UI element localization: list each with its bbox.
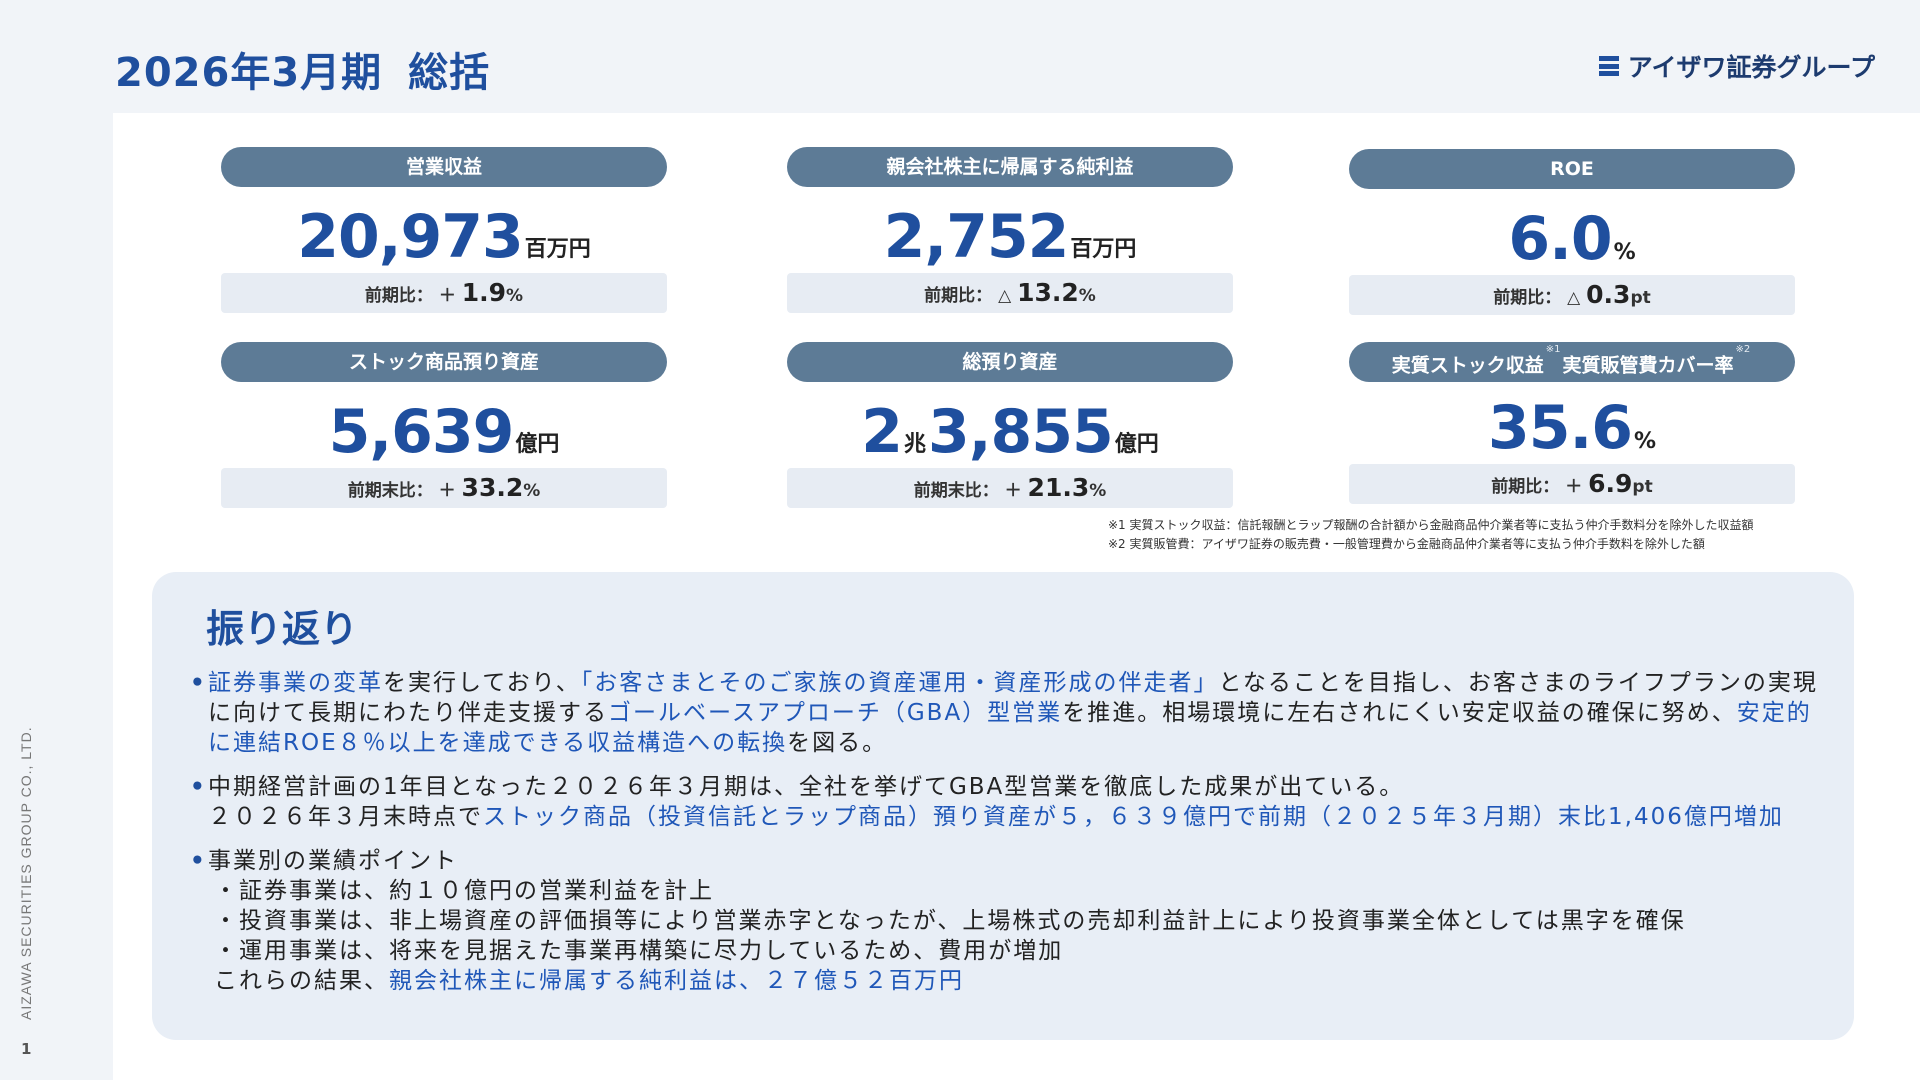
review-bullet-1: 証券事業の変革を実行しており、「お客さまとそのご家族の資産運用・資産形成の伴走者… [190,668,1830,758]
kpi-change: 前期末比： ＋ 33.2% [221,468,667,508]
kpi-value-row: 5,639 億円 [221,382,667,468]
kpi-label: 総預り資産 [787,342,1233,382]
kpi-unit: 百万円 [1070,237,1137,262]
change-value: 1.9 [461,278,507,307]
kpi-roe: ROE 6.0% 前期比： △ 0.3pt [1349,149,1795,315]
highlight-text: 「お客さまとそのご家族の資産運用・資産形成の伴走者」 [580,670,1219,696]
change-value: 33.2 [461,473,524,502]
change-label: 前期比： [1491,477,1560,497]
kpi-change: 前期末比： ＋ 21.3% [787,468,1233,508]
kpi-operating-revenue: 営業収益 20,973 百万円 前期比： ＋ 1.9% [221,147,667,313]
kpi-unit: 億円 [1114,432,1159,457]
kpi-value: 5,639 [328,397,515,467]
body-text: を実行しており、 [383,670,581,696]
highlight-text: 証券事業の変革 [208,670,383,696]
kpi-unit: 百万円 [524,237,591,262]
change-sign: ＋ [438,481,456,501]
review-bullet-3: 事業別の業績ポイント ・証券事業は、約１０億円の営業利益を計上 ・投資事業は、非… [190,846,1830,996]
kpi-label: 実質ストック収益※1実質販管費カバー率※2 [1349,342,1795,382]
review-panel: 振り返り 証券事業の変革を実行しており、「お客さまとそのご家族の資産運用・資産形… [152,572,1854,1040]
kpi-label: ROE [1349,149,1795,189]
sub-item: ・運用事業は、将来を見据えた事業再構築に尽力しているため、費用が増加 [214,938,1064,964]
kpi-net-income: 親会社株主に帰属する純利益 2,752 百万円 前期比： △ 13.2% [787,147,1233,313]
note-ref-2: ※2 [1735,344,1751,355]
sub-item: ・証券事業は、約１０億円の営業利益を計上 [214,878,714,904]
kpi-value-row: 2 兆 3,855 億円 [787,382,1233,468]
change-unit: % [1089,481,1107,501]
change-value: 0.3 [1586,280,1631,309]
kpi-label: 営業収益 [221,147,667,187]
change-label: 前期末比： [347,481,433,501]
change-label: 前期比： [1493,288,1562,308]
kpi-label: ストック商品預り資産 [221,342,667,382]
change-unit: % [1078,286,1096,306]
change-sign: △ [998,286,1012,306]
kpi-change: 前期比： △ 0.3pt [1349,275,1795,315]
footnotes: ※1 実質ストック収益：信託報酬とラップ報酬の合計額から金融商品仲介業者等に支払… [1108,516,1754,554]
kpi-value-row: 6.0% [1349,189,1795,275]
brand-name: アイザワ証券グループ [1627,53,1875,82]
kpi-label-a: 実質ストック収益 [1391,354,1544,377]
kpi-value-prefix: 2 [861,397,903,467]
kpi-value: 6.0 [1508,204,1612,274]
kpi-stock-cover-ratio: 実質ストック収益※1実質販管費カバー率※2 35.6% 前期比： ＋ 6.9pt [1349,342,1795,504]
kpi-value: 20,973 [297,202,524,272]
body-text: 事業別の業績ポイント [208,848,458,874]
kpi-value: 2,752 [883,202,1070,272]
kpi-change: 前期比： △ 13.2% [787,273,1233,313]
kpi-total-assets: 総預り資産 2 兆 3,855 億円 前期末比： ＋ 21.3% [787,342,1233,508]
change-label: 前期末比： [913,481,999,501]
kpi-stock-assets: ストック商品預り資産 5,639 億円 前期末比： ＋ 33.2% [221,342,667,508]
body-text: ２０２６年３月末時点で [208,804,483,830]
change-unit: % [506,286,524,306]
kpi-value-row: 20,973 百万円 [221,187,667,273]
footnote-1: ※1 実質ストック収益：信託報酬とラップ報酬の合計額から金融商品仲介業者等に支払… [1108,518,1754,532]
change-sign: ＋ [1565,477,1583,497]
review-bullets: 証券事業の変革を実行しており、「お客さまとそのご家族の資産運用・資産形成の伴走者… [190,668,1830,1010]
review-bullet-2: 中期経営計画の1年目となった２０２６年３月期は、全社を挙げてGBA型営業を徹底し… [190,772,1830,832]
change-label: 前期比： [924,286,993,306]
note-ref-1: ※1 [1545,344,1561,355]
footnote-2: ※2 実質販管費：アイザワ証券の販売費・一般管理費から金融商品仲介業者等に支払う… [1108,537,1705,551]
sub-item: ・投資事業は、非上場資産の評価損等により営業赤字となったが、上場株式の売却利益計… [214,908,1686,934]
title-period: 2026年3月期 [115,50,383,96]
kpi-unit: % [1613,240,1636,265]
highlight-text: 親会社株主に帰属する純利益は、２７億５２百万円 [389,968,964,994]
change-sign: ＋ [438,286,456,306]
page-title: 2026年3月期 総括 [115,40,490,98]
change-sign: △ [1567,288,1581,308]
result-line: これらの結果、親会社株主に帰属する純利益は、２７億５２百万円 [208,966,1830,996]
kpi-mid-unit: 兆 [903,432,926,457]
kpi-change: 前期比： ＋ 6.9pt [1349,464,1795,504]
kpi-value: 3,855 [927,397,1114,467]
kpi-label-b: 実質販管費カバー率 [1562,354,1734,377]
title-main: 総括 [408,50,491,96]
kpi-value-row: 35.6% [1349,382,1795,464]
change-value: 6.9 [1588,469,1633,498]
company-name-vertical: AIZAWA SECURITIES GROUP CO., LTD. [18,726,34,1020]
change-value: 13.2 [1017,278,1079,307]
highlight-text: ゴールベースアプローチ（GBA）型営業 [608,700,1063,726]
kpi-label: 親会社株主に帰属する純利益 [787,147,1233,187]
kpi-unit: 億円 [515,432,560,457]
body-text: を図る。 [787,730,888,756]
change-unit: pt [1630,288,1651,308]
brand-mark-icon [1598,56,1619,76]
kpi-unit: % [1634,429,1657,454]
change-unit: pt [1632,477,1653,497]
body-text: これらの結果、 [214,968,389,994]
kpi-change: 前期比： ＋ 1.9% [221,273,667,313]
kpi-value: 35.6 [1487,393,1633,463]
body-text: 中期経営計画の1年目となった２０２６年３月期は、全社を挙げてGBA型営業を徹底し… [208,774,1405,800]
page-number: 1 [21,1040,32,1058]
change-unit: % [523,481,541,501]
body-text: を推進。相場環境に左右されにくい安定収益の確保に努め、 [1062,700,1737,726]
brand-logo: アイザワ証券グループ [1598,48,1875,84]
review-title: 振り返り [206,607,359,651]
change-sign: ＋ [1004,481,1022,501]
change-value: 21.3 [1027,473,1090,502]
change-label: 前期比： [364,286,433,306]
highlight-text: ストック商品（投資信託とラップ商品）預り資産が５，６３９億円で前期（２０２５年３… [483,804,1784,830]
kpi-value-row: 2,752 百万円 [787,187,1233,273]
